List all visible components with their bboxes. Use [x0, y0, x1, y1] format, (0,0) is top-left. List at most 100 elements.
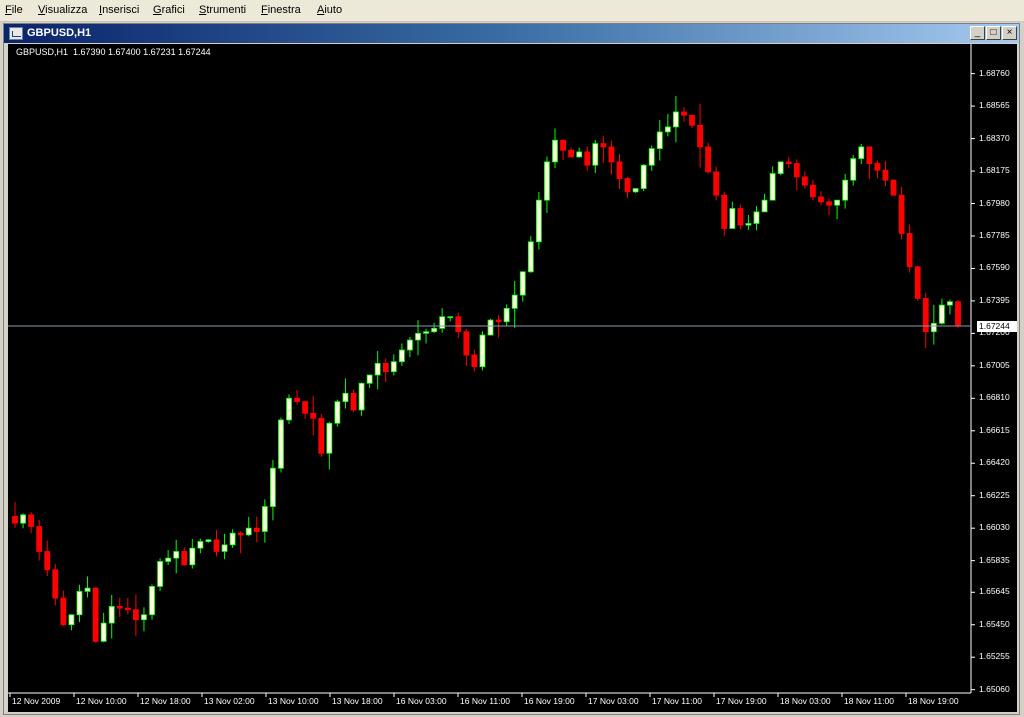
candle-body: [785, 161, 792, 164]
price-tick-label: 1.68760: [979, 67, 1010, 78]
price-tick-label: 1.65060: [979, 683, 1010, 694]
time-tick-label: 17 Nov 03:00: [588, 696, 639, 706]
candle-body: [415, 332, 421, 341]
candle-body: [116, 606, 123, 609]
candle-body: [535, 199, 542, 243]
menu-insert[interactable]: Inserisci: [99, 4, 139, 16]
candle-body: [503, 307, 510, 323]
candle-body: [455, 316, 462, 333]
candle-body: [745, 223, 752, 226]
candle-body: [294, 397, 300, 403]
candle-body: [286, 397, 292, 421]
price-tick-label: 1.66615: [979, 424, 1010, 435]
candle-body: [850, 158, 857, 181]
time-tick-label: 13 Nov 10:00: [268, 696, 319, 706]
candle-body: [52, 569, 59, 599]
candle-body: [447, 316, 454, 319]
candle-body: [141, 614, 147, 621]
time-tick-label: 18 Nov 11:00: [844, 696, 894, 706]
candle-body: [28, 514, 35, 527]
menu-help[interactable]: Aiuto: [317, 4, 342, 16]
candle-body: [366, 374, 373, 384]
candle-body: [471, 354, 478, 368]
price-tick-label: 1.67590: [979, 262, 1010, 273]
candle-body: [68, 614, 75, 626]
candle-body: [600, 143, 607, 148]
price-tick-label: 1.67785: [979, 229, 1010, 240]
candle-body: [608, 146, 615, 163]
candle-body: [358, 382, 365, 411]
candle-body: [511, 294, 518, 309]
candle-body: [737, 208, 744, 226]
candle-body: [544, 161, 550, 201]
candle-body: [560, 139, 566, 151]
candle-body: [552, 139, 558, 163]
candle-body: [769, 173, 776, 201]
candle-body: [930, 322, 937, 333]
window-titlebar[interactable]: GBPUSD,H1 _ □ ×: [4, 24, 1019, 43]
candle-body: [842, 179, 849, 201]
candle-body: [439, 316, 446, 329]
menu-charts[interactable]: Grafici: [153, 4, 185, 16]
restore-button[interactable]: □: [986, 26, 1001, 40]
candle-body: [124, 607, 131, 611]
candle-body: [955, 301, 961, 327]
candle-body: [753, 211, 760, 224]
candle-body: [721, 194, 728, 229]
candle-body: [761, 199, 768, 213]
candle-body: [237, 532, 244, 536]
candle-body: [519, 271, 526, 296]
candle-body: [697, 124, 703, 148]
candle-body: [801, 176, 808, 186]
candle-body: [866, 146, 873, 164]
menu-tools[interactable]: Strumenti: [199, 4, 246, 16]
candle-body: [568, 149, 575, 158]
candle-body: [922, 298, 929, 333]
candle-body: [20, 514, 26, 524]
candle-body: [382, 362, 389, 373]
candle-body: [431, 327, 438, 333]
candle-body: [318, 417, 325, 454]
price-chart[interactable]: GBPUSD,H1 1.67390 1.67400 1.67231 1.6724…: [8, 44, 1017, 712]
candle-body: [76, 591, 83, 616]
candle-body: [689, 114, 695, 126]
candle-body: [584, 151, 591, 166]
time-tick-label: 12 Nov 18:00: [140, 696, 191, 706]
candle-body: [592, 143, 599, 166]
candle-body: [681, 111, 687, 116]
current-price-label: 1.67244: [977, 321, 1017, 333]
candle-body: [173, 551, 180, 559]
menu-view[interactable]: Visualizza: [38, 4, 87, 16]
close-button[interactable]: ×: [1002, 26, 1017, 40]
candle-body: [487, 319, 494, 336]
price-tick-label: 1.66420: [979, 457, 1010, 468]
candle-body: [673, 111, 679, 128]
candle-body: [463, 331, 470, 356]
candle-body: [398, 349, 405, 363]
price-tick-label: 1.65450: [979, 618, 1010, 629]
candle-body: [729, 208, 736, 229]
candle-body: [374, 362, 381, 376]
candle-body: [898, 194, 905, 234]
candle-body: [793, 163, 800, 178]
candle-body: [810, 184, 816, 198]
price-tick-label: 1.66225: [979, 489, 1010, 500]
price-tick-label: 1.68370: [979, 132, 1010, 143]
candle-body: [342, 392, 349, 403]
candle-body: [270, 467, 276, 507]
candle-body: [818, 196, 824, 203]
candle-body: [334, 401, 341, 424]
candle-body: [350, 392, 357, 411]
candle-body: [84, 587, 91, 592]
symbol-info-label: GBPUSD,H1 1.67390 1.67400 1.67231 1.6724…: [16, 47, 211, 57]
menu-file[interactable]: File: [5, 4, 23, 16]
candle-body: [213, 539, 220, 552]
menu-window[interactable]: Finestra: [261, 4, 301, 16]
time-tick-label: 13 Nov 18:00: [332, 696, 383, 706]
candle-body: [834, 199, 841, 206]
candle-body: [390, 361, 397, 373]
candle-body: [640, 164, 647, 189]
time-tick-label: 12 Nov 10:00: [76, 696, 127, 706]
minimize-button[interactable]: _: [970, 26, 985, 40]
candle-body: [12, 516, 18, 524]
